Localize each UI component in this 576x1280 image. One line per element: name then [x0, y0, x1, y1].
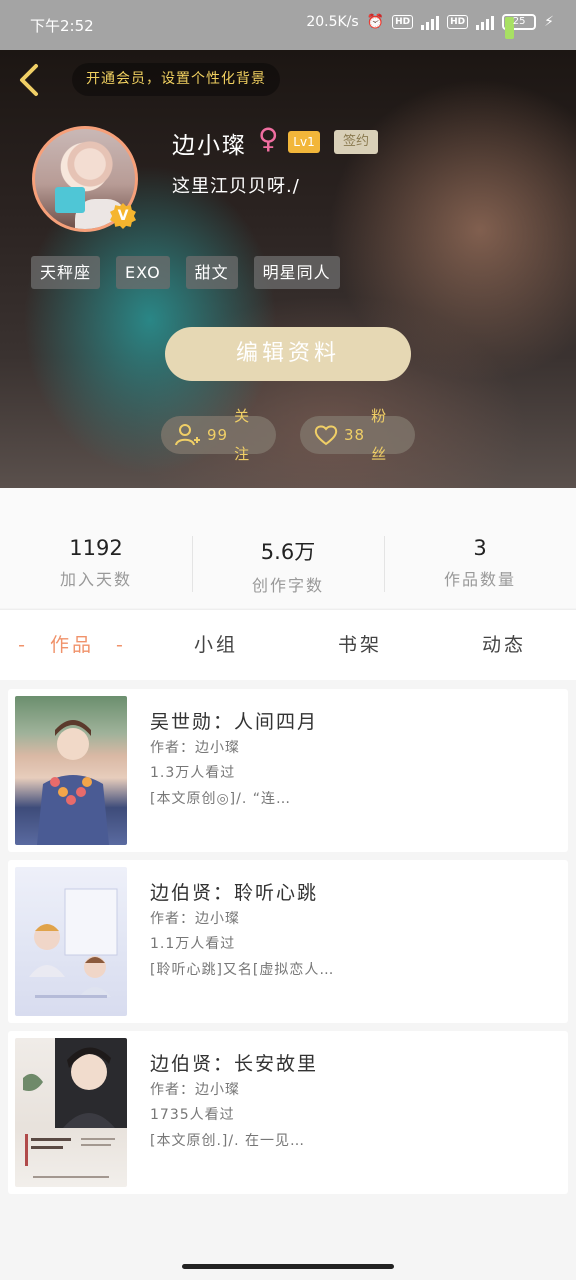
tag-item: 甜文 [185, 256, 238, 289]
book-cover-image [15, 696, 127, 845]
hd-icon: HD [392, 15, 414, 29]
work-views: 1.1万人看过 [150, 936, 236, 952]
work-views: 1.3万人看过 [150, 765, 236, 781]
work-description: [本文原创.]/. 在一见… [150, 1133, 305, 1149]
tab-bookshelf[interactable]: 书架 [288, 610, 432, 680]
following-label: 关注 [234, 407, 251, 463]
work-views: 1735人看过 [150, 1107, 235, 1123]
stat-label: 作品数量 [443, 570, 516, 589]
list-item[interactable]: 吴世勋：人间四月 作者：边小璨 1.3万人看过 [本文原创◎]/. “连… [8, 689, 568, 852]
tag-item: 明星同人 [253, 256, 340, 289]
profile-header: 开通会员，设置个性化背景 V 边小璨 ♀ Lv1 签约 这里江贝贝呀./ 天秤座… [0, 50, 576, 488]
edit-profile-button[interactable]: 编辑资料 [165, 327, 411, 381]
back-button[interactable] [14, 62, 44, 98]
book-cover-image [15, 867, 127, 1016]
following-count: 99 [207, 426, 229, 444]
tab-activity[interactable]: 动态 [432, 610, 576, 680]
tag-list: 天秤座 EXO 甜文 明星同人 [31, 256, 340, 289]
charging-icon: ⚡ [544, 14, 554, 30]
book-cover-image [15, 1038, 127, 1187]
stat-value: 3 [473, 536, 487, 560]
stat-works-count: 3 作品数量 [384, 488, 576, 608]
profile-tabs: - 作品 - 小组 书架 动态 [0, 609, 576, 680]
status-icons: 20.5K/s ⏰ HD HD 25 ⚡ [306, 14, 554, 39]
heart-icon [314, 425, 338, 446]
stat-value: 1192 [69, 536, 123, 560]
bio-text: 这里江贝贝呀./ [172, 176, 300, 197]
stat-value: 5.6万 [260, 540, 316, 564]
stat-join-days: 1192 加入天数 [0, 488, 192, 608]
work-author: 作者：边小璨 [150, 740, 240, 756]
stat-label: 加入天数 [59, 570, 132, 589]
home-indicator[interactable] [182, 1264, 394, 1269]
female-icon: ♀ [258, 122, 279, 155]
fans-label: 粉丝 [371, 407, 388, 463]
back-arrow-icon [20, 64, 38, 96]
battery-level: 25 [512, 16, 526, 27]
stat-label: 创作字数 [251, 576, 324, 595]
vip-background-prompt[interactable]: 开通会员，设置个性化背景 [72, 63, 280, 96]
fans-button[interactable]: 38 粉丝 [300, 407, 415, 463]
stat-word-count: 5.6万 创作字数 [192, 488, 384, 608]
work-title: 吴世勋：人间四月 [150, 711, 319, 733]
following-button[interactable]: 99 关注 [161, 407, 276, 463]
work-author: 作者：边小璨 [150, 911, 240, 927]
tab-groups[interactable]: 小组 [144, 610, 288, 680]
work-description: [聆听心跳]又名[虚拟恋人… [150, 962, 335, 978]
level-badge: Lv1 [288, 131, 320, 153]
list-item[interactable]: 边伯贤：长安故里 作者：边小璨 1735人看过 [本文原创.]/. 在一见… [8, 1031, 568, 1194]
username: 边小璨 [172, 133, 247, 159]
signal-icon [421, 14, 440, 30]
clock: 下午2:52 [30, 17, 94, 35]
alarm-off-icon: ⏰ [366, 14, 385, 30]
list-item[interactable]: 边伯贤：聆听心跳 作者：边小璨 1.1万人看过 [聆听心跳]又名[虚拟恋人… [8, 860, 568, 1023]
work-description: [本文原创◎]/. “连… [150, 791, 292, 807]
work-title: 边伯贤：长安故里 [150, 1053, 319, 1075]
work-author: 作者：边小璨 [150, 1082, 240, 1098]
hd-icon-2: HD [447, 15, 469, 29]
signed-badge: 签约 [334, 130, 378, 154]
tag-item: 天秤座 [31, 256, 101, 289]
network-speed: 20.5K/s [306, 14, 359, 30]
signal-icon-2 [476, 14, 495, 30]
works-list: 吴世勋：人间四月 作者：边小璨 1.3万人看过 [本文原创◎]/. “连… 边伯… [8, 689, 568, 1202]
battery-icon: 25 [502, 14, 537, 39]
add-user-icon [175, 424, 200, 446]
status-bar: 下午2:52 20.5K/s ⏰ HD HD 25 ⚡ [0, 0, 576, 50]
tab-works[interactable]: - 作品 - [0, 610, 144, 680]
fans-count: 38 [344, 426, 366, 444]
tag-item: EXO [116, 256, 170, 289]
work-title: 边伯贤：聆听心跳 [150, 882, 319, 904]
stats-bar: 1192 加入天数 5.6万 创作字数 3 作品数量 [0, 488, 576, 608]
